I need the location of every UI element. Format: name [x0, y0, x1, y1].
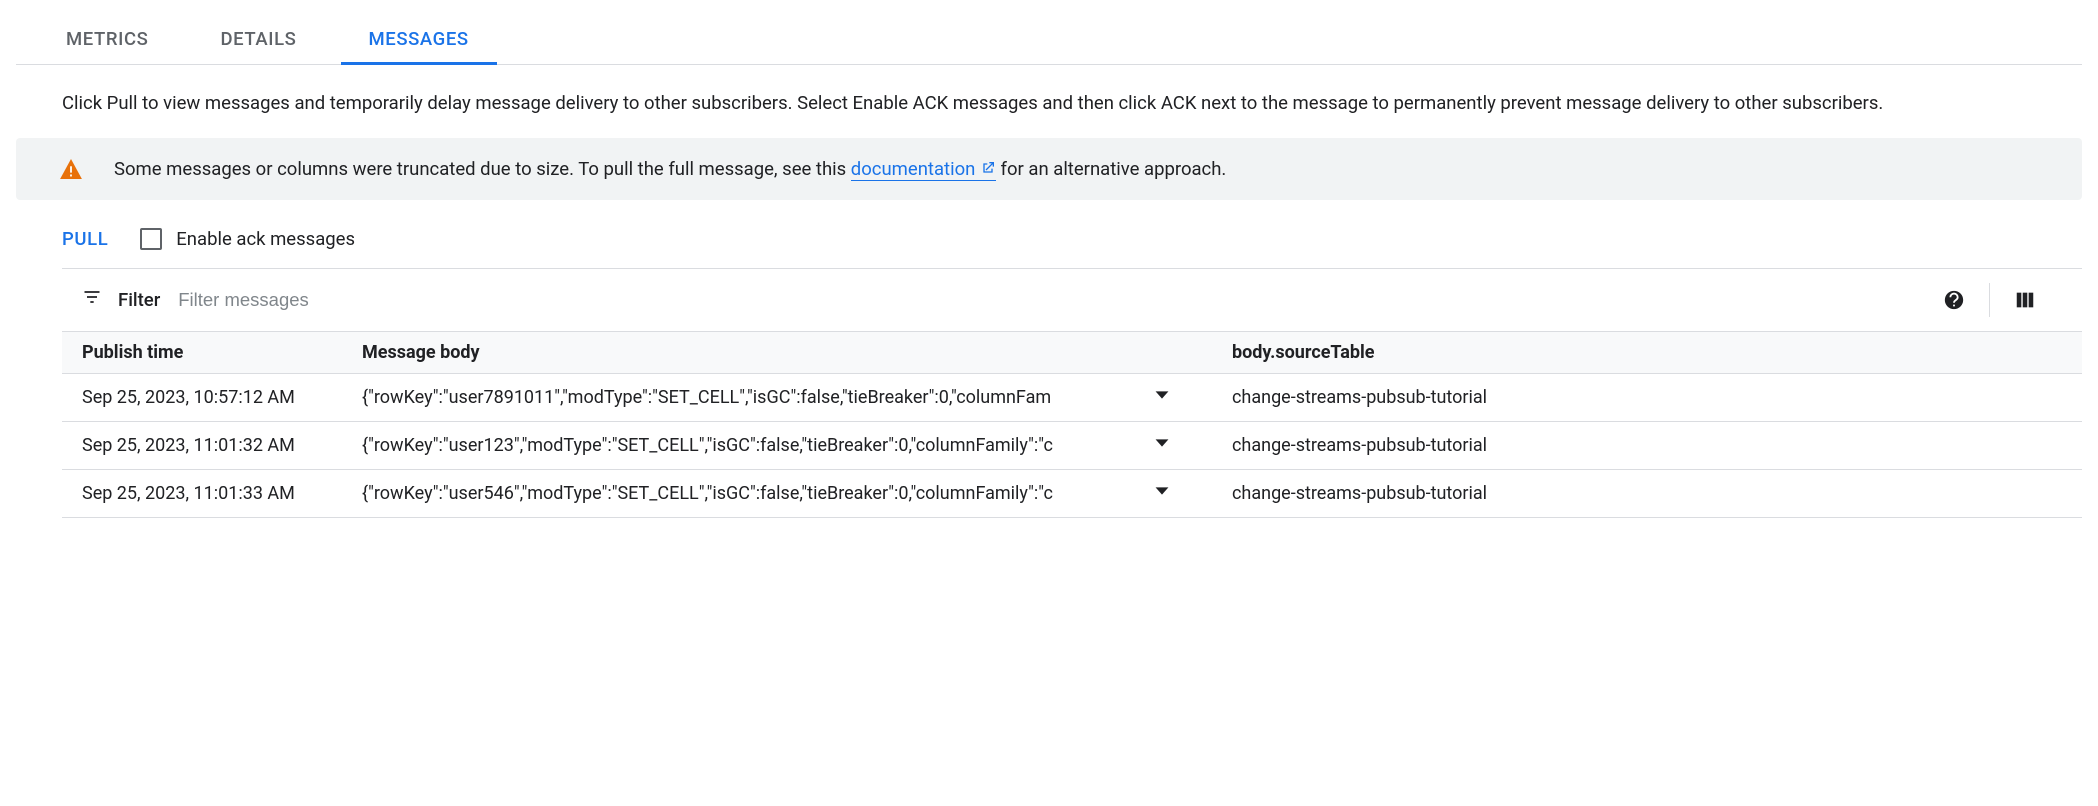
- filter-input[interactable]: [176, 288, 476, 312]
- banner-text-before: Some messages or columns were truncated …: [114, 158, 851, 180]
- documentation-link-text: documentation: [851, 158, 976, 180]
- messages-table: Publish time Message body body.sourceTab…: [62, 331, 2082, 518]
- chevron-down-icon: [1151, 384, 1173, 406]
- chevron-down-icon: [1151, 432, 1173, 454]
- help-button[interactable]: [1919, 283, 1989, 317]
- col-source-table[interactable]: body.sourceTable: [1212, 331, 2082, 373]
- intro-text: Click Pull to view messages and temporar…: [16, 65, 2082, 138]
- cell-source-table: change-streams-pubsub-tutorial: [1212, 421, 2082, 469]
- filter-label: Filter: [118, 289, 160, 311]
- cell-publish-time: Sep 25, 2023, 10:57:12 AM: [62, 373, 342, 421]
- chevron-down-icon: [1151, 480, 1173, 502]
- tab-messages[interactable]: MESSAGES: [365, 16, 473, 64]
- truncation-banner: Some messages or columns were truncated …: [16, 138, 2082, 200]
- column-settings-button[interactable]: [1989, 283, 2060, 317]
- filter-bar: Filter: [62, 268, 2082, 331]
- filter-icon: [82, 287, 102, 312]
- controls-row: PULL Enable ack messages: [16, 228, 2082, 268]
- help-icon: [1943, 289, 1965, 311]
- documentation-link[interactable]: documentation: [851, 158, 996, 181]
- col-message-body[interactable]: Message body: [342, 331, 1112, 373]
- enable-ack-label: Enable ack messages: [176, 228, 355, 250]
- cell-publish-time: Sep 25, 2023, 11:01:32 AM: [62, 421, 342, 469]
- warning-icon: [60, 159, 82, 179]
- columns-icon: [2014, 289, 2036, 311]
- table-row: Sep 25, 2023, 10:57:12 AM{"rowKey":"user…: [62, 373, 2082, 421]
- pull-button[interactable]: PULL: [62, 228, 108, 250]
- col-publish-time[interactable]: Publish time: [62, 331, 342, 373]
- col-expand: [1112, 331, 1212, 373]
- cell-publish-time: Sep 25, 2023, 11:01:33 AM: [62, 469, 342, 517]
- expand-row-button[interactable]: [1112, 421, 1212, 469]
- cell-message-body: {"rowKey":"user7891011","modType":"SET_C…: [342, 373, 1112, 421]
- expand-row-button[interactable]: [1112, 373, 1212, 421]
- table-row: Sep 25, 2023, 11:01:32 AM{"rowKey":"user…: [62, 421, 2082, 469]
- cell-source-table: change-streams-pubsub-tutorial: [1212, 373, 2082, 421]
- tab-details[interactable]: DETAILS: [216, 16, 300, 64]
- checkbox-box-icon: [140, 228, 162, 250]
- enable-ack-checkbox[interactable]: Enable ack messages: [140, 228, 355, 250]
- banner-text: Some messages or columns were truncated …: [114, 158, 1226, 180]
- expand-row-button[interactable]: [1112, 469, 1212, 517]
- cell-message-body: {"rowKey":"user546","modType":"SET_CELL"…: [342, 469, 1112, 517]
- tab-metrics[interactable]: METRICS: [62, 16, 152, 64]
- external-link-icon: [980, 160, 996, 176]
- banner-text-after: for an alternative approach.: [996, 158, 1226, 180]
- table-row: Sep 25, 2023, 11:01:33 AM{"rowKey":"user…: [62, 469, 2082, 517]
- cell-source-table: change-streams-pubsub-tutorial: [1212, 469, 2082, 517]
- tab-bar: METRICS DETAILS MESSAGES: [16, 16, 2082, 65]
- cell-message-body: {"rowKey":"user123","modType":"SET_CELL"…: [342, 421, 1112, 469]
